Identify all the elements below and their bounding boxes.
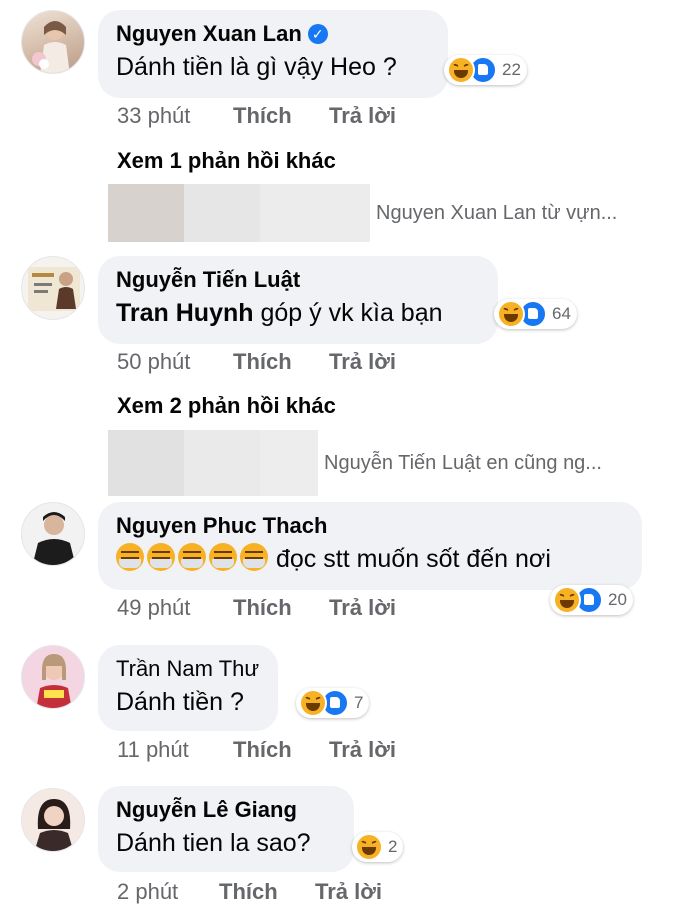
- comment-actions: 33 phút Thích Trả lời: [117, 103, 396, 129]
- avatar-photo: [34, 799, 74, 851]
- reply-preview[interactable]: Nguyễn Tiến Luật en cũng ng...: [108, 430, 602, 496]
- comment-actions: 50 phút Thích Trả lời: [117, 349, 396, 375]
- comment-text: Dánh tiền ?: [116, 688, 244, 716]
- like-button[interactable]: Thích: [233, 595, 329, 621]
- haha-reaction-icon: [553, 586, 581, 614]
- blurred-avatars: [108, 184, 370, 242]
- comment-time[interactable]: 49 phút: [117, 595, 233, 621]
- reaction-summary[interactable]: 7: [296, 688, 370, 718]
- reaction-count: 2: [388, 837, 398, 856]
- reply-preview[interactable]: Nguyen Xuan Lan từ vựn...: [108, 184, 617, 242]
- comment-bubble: Nguyễn Tiến Luật Tran Huynh góp ý vk kìa…: [98, 256, 498, 344]
- comment-time[interactable]: 11 phút: [117, 737, 233, 763]
- haha-reaction-icon: [497, 300, 525, 328]
- comment-bubble: Nguyễn Lê Giang Dánh tien la sao?: [98, 786, 354, 872]
- like-button[interactable]: Thích: [219, 879, 315, 905]
- reply-preview-text: Nguyen Xuan Lan từ vựn...: [376, 201, 618, 224]
- reaction-summary[interactable]: 20: [550, 585, 633, 615]
- verified-check-icon: ✓: [307, 24, 328, 44]
- comment-time[interactable]: 33 phút: [117, 103, 233, 129]
- comment-text: đọc stt muốn sốt đến nơi: [116, 542, 624, 576]
- avatar[interactable]: [21, 788, 85, 852]
- comment-actions: 11 phút Thích Trả lời: [117, 737, 396, 763]
- mention-link[interactable]: Tran Huynh: [116, 299, 254, 327]
- reply-button[interactable]: Trả lời: [315, 879, 382, 905]
- author-name[interactable]: Nguyen Xuan Lan: [116, 21, 302, 46]
- reaction-summary[interactable]: 2: [352, 832, 404, 862]
- comment-text-body: đọc stt muốn sốt đến nơi: [276, 545, 551, 573]
- reaction-count: 64: [552, 304, 571, 323]
- blurred-avatars: [108, 430, 318, 496]
- comment-time[interactable]: 50 phút: [117, 349, 233, 375]
- reply-button[interactable]: Trả lời: [329, 103, 396, 129]
- haha-reaction-icon: [355, 833, 383, 861]
- author-name[interactable]: Nguyen Phuc Thach: [116, 512, 624, 540]
- comment-actions: 49 phút Thích Trả lời: [117, 595, 396, 621]
- author-name[interactable]: Trần Nam Thư: [116, 655, 260, 683]
- reply-button[interactable]: Trả lời: [329, 595, 396, 621]
- reaction-summary[interactable]: 22: [444, 55, 527, 85]
- author-name[interactable]: Nguyễn Tiến Luật: [116, 266, 480, 294]
- reaction-count: 7: [354, 693, 364, 712]
- comment-time[interactable]: 2 phút: [117, 879, 219, 905]
- avatar[interactable]: [21, 502, 85, 566]
- like-button[interactable]: Thích: [233, 103, 329, 129]
- reply-button[interactable]: Trả lời: [329, 349, 396, 375]
- avatar[interactable]: [21, 256, 85, 320]
- view-more-replies[interactable]: Xem 2 phản hồi khác: [117, 393, 336, 419]
- reaction-count: 20: [608, 590, 627, 609]
- avatar-photo: [28, 267, 80, 311]
- avatar-photo: [36, 654, 72, 708]
- reply-button[interactable]: Trả lời: [329, 737, 396, 763]
- comment-bubble: Nguyen Xuan Lan ✓ Dánh tiền là gì vậy Heo…: [98, 10, 448, 98]
- comment-author[interactable]: Nguyen Xuan Lan ✓: [116, 20, 430, 48]
- comment-text-body: góp ý vk kìa bạn: [253, 299, 443, 327]
- avatar-photo: [32, 512, 76, 565]
- author-name[interactable]: Nguyễn Lê Giang: [116, 796, 336, 824]
- comment-bubble: Nguyen Phuc Thach đọc stt muốn sốt đến n…: [98, 502, 642, 590]
- reaction-count: 22: [502, 60, 521, 79]
- tired-face-emoji-icon: [116, 543, 268, 571]
- avatar[interactable]: [21, 10, 85, 74]
- reply-preview-text: Nguyễn Tiến Luật en cũng ng...: [324, 451, 602, 474]
- reaction-summary[interactable]: 64: [494, 299, 577, 329]
- comment-actions: 2 phút Thích Trả lời: [117, 879, 382, 905]
- comment-text: Dánh tien la sao?: [116, 829, 311, 857]
- haha-reaction-icon: [447, 56, 475, 84]
- like-button[interactable]: Thích: [233, 737, 329, 763]
- comment-bubble: Trần Nam Thư Dánh tiền ?: [98, 645, 278, 731]
- avatar-photo: [32, 21, 70, 73]
- comment-text: Tran Huynh góp ý vk kìa bạn: [116, 296, 480, 330]
- avatar[interactable]: [21, 645, 85, 709]
- comment-text: Dánh tiền là gì vậy Heo ?: [116, 53, 397, 81]
- haha-reaction-icon: [299, 689, 327, 717]
- view-more-replies[interactable]: Xem 1 phản hồi khác: [117, 148, 336, 174]
- like-button[interactable]: Thích: [233, 349, 329, 375]
